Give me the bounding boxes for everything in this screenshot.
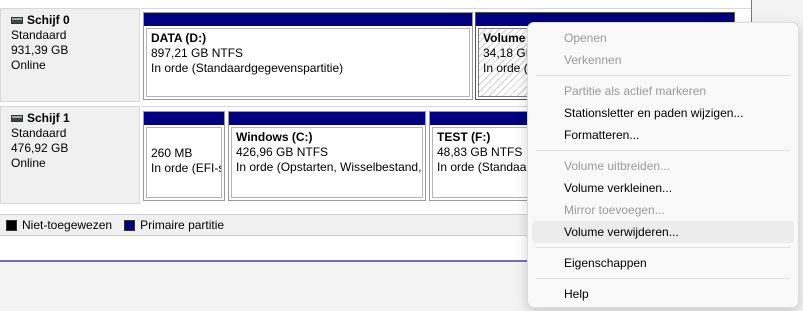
- partition-status: In orde (Standaardgegevenspartitie): [151, 61, 344, 75]
- partition-size: 426,96 GB NTFS: [236, 145, 329, 159]
- partition-bar: [229, 112, 425, 125]
- disk-0-title: Schijf 0: [11, 13, 139, 28]
- legend-label: Niet-toegewezen: [22, 218, 113, 232]
- menu-item-formatteren[interactable]: Formatteren...: [532, 124, 794, 146]
- menu-item-help[interactable]: Help: [532, 283, 794, 305]
- legend-label: Primaire partitie: [140, 218, 225, 232]
- partition-windows-c[interactable]: Windows (C:) 426,96 GB NTFS In orde (Ops…: [228, 111, 426, 201]
- menu-item-partitie-als-actief-markeren: Partitie als actief markeren: [564, 84, 707, 98]
- partition-size: 897,21 GB NTFS: [151, 46, 244, 60]
- menu-item-mirror-toevoegen: Mirror toevoegen...: [564, 203, 665, 217]
- disk-1-name: Schijf 1: [27, 111, 70, 125]
- disk-icon: [11, 17, 23, 24]
- partition-efi[interactable]: 260 MB In orde (EFI-s: [143, 111, 225, 201]
- partition-status: In orde (Opstarten, Wisselbestand, (: [236, 160, 423, 174]
- menu-item-volume-verkleinen[interactable]: Volume verkleinen...: [532, 177, 794, 199]
- partition-size: 260 MB: [151, 146, 193, 160]
- disk-1-type: Standaard: [11, 126, 67, 140]
- menu-item-stationsletter-en-paden-wijzigen[interactable]: Stationsletter en paden wijzigen...: [532, 102, 794, 124]
- menu-item-volume-verwijderen[interactable]: Volume verwijderen...: [532, 221, 794, 243]
- disk-icon: [11, 115, 23, 122]
- disk-1-status: Online: [11, 156, 46, 170]
- menu-item-openen: Openen: [564, 31, 607, 45]
- disk-0-type: Standaard: [11, 28, 67, 42]
- partition-name: DATA (D:): [151, 31, 207, 45]
- disk-0-panel[interactable]: Schijf 0 Standaard 931,39 GB Online: [0, 8, 140, 102]
- disk-0-size: 931,39 GB: [11, 43, 69, 57]
- partition-data-d[interactable]: DATA (D:) 897,21 GB NTFS In orde (Standa…: [143, 12, 473, 100]
- legend-swatch-primary: [124, 219, 136, 231]
- menu-separator: [536, 75, 790, 76]
- legend-item-primary: Primaire partitie: [124, 218, 224, 232]
- partition-status: In orde (EFI-s: [151, 161, 222, 175]
- partition-name: Windows (C:): [236, 130, 313, 144]
- disk-1-title: Schijf 1: [11, 111, 139, 126]
- menu-separator: [536, 278, 790, 279]
- menu-separator: [536, 247, 790, 248]
- disk-0-status: Online: [11, 58, 46, 72]
- menu-item-eigenschappen[interactable]: Eigenschappen: [532, 252, 794, 274]
- partition-bar: [144, 112, 224, 125]
- disk-0-name: Schijf 0: [27, 13, 70, 27]
- menu-item-volume-uitbreiden: Volume uitbreiden...: [564, 159, 671, 173]
- legend-swatch-unallocated: [6, 219, 17, 231]
- disk-1-panel[interactable]: Schijf 1 Standaard 476,92 GB Online: [0, 106, 140, 204]
- menu-item-verkennen: Verkennen: [564, 53, 622, 67]
- disk-1-size: 476,92 GB: [11, 141, 69, 155]
- partition-bar: [144, 13, 472, 26]
- menu-separator: [536, 150, 790, 151]
- legend-item-unallocated: Niet-toegewezen: [6, 218, 112, 232]
- context-menu: Openen Verkennen Partitie als actief marke…: [527, 22, 799, 308]
